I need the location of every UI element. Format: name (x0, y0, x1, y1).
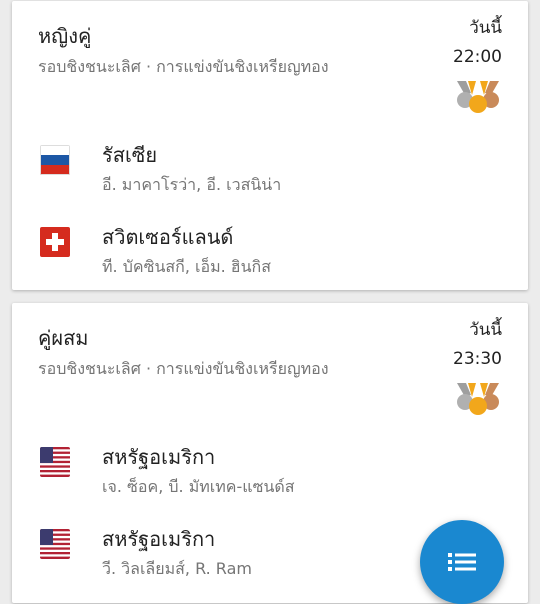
medals-icon (457, 81, 499, 113)
event-title: หญิงคู่ (38, 24, 92, 48)
event-day: วันนี้ (469, 18, 502, 38)
team-players: ที. บัคซินสกี, เอ็ม. ฮินกิส (102, 257, 271, 276)
usa-flag-icon (40, 447, 70, 477)
event-card[interactable]: หญิงคู่ รอบชิงชนะเลิศ · การแข่งขันชิงเหร… (12, 1, 528, 290)
team-row[interactable]: รัสเซีย อี. มาคาโรว่า, อี. เวสนิน่า (40, 139, 508, 194)
list-icon (448, 553, 476, 571)
team-players: วี. วิลเลียมส์, R. Ram (102, 559, 252, 578)
switzerland-flag-icon (40, 227, 70, 257)
team-country: สวิตเซอร์แลนด์ (102, 225, 234, 249)
team-country: สหรัฐอเมริกา (102, 445, 216, 469)
team-players: อี. มาคาโรว่า, อี. เวสนิน่า (102, 175, 282, 194)
team-players: เจ. ซ็อค, บี. มัทเทค-แซนด์ส (102, 477, 295, 496)
team-country: สหรัฐอเมริกา (102, 527, 216, 551)
russia-flag-icon (40, 145, 70, 175)
usa-flag-icon (40, 529, 70, 559)
event-title: คู่ผสม (38, 326, 89, 350)
list-fab-button[interactable] (420, 520, 504, 604)
event-subtitle: รอบชิงชนะเลิศ · การแข่งขันชิงเหรียญทอง (38, 57, 329, 76)
team-row[interactable]: สวิตเซอร์แลนด์ ที. บัคซินสกี, เอ็ม. ฮินก… (40, 221, 508, 276)
medals-icon (457, 383, 499, 415)
event-day: วันนี้ (469, 320, 502, 340)
event-time: 23:30 (453, 349, 502, 369)
event-subtitle: รอบชิงชนะเลิศ · การแข่งขันชิงเหรียญทอง (38, 359, 329, 378)
team-row[interactable]: สหรัฐอเมริกา เจ. ซ็อค, บี. มัทเทค-แซนด์ส (40, 441, 508, 496)
team-country: รัสเซีย (102, 143, 158, 167)
event-time: 22:00 (453, 47, 502, 67)
